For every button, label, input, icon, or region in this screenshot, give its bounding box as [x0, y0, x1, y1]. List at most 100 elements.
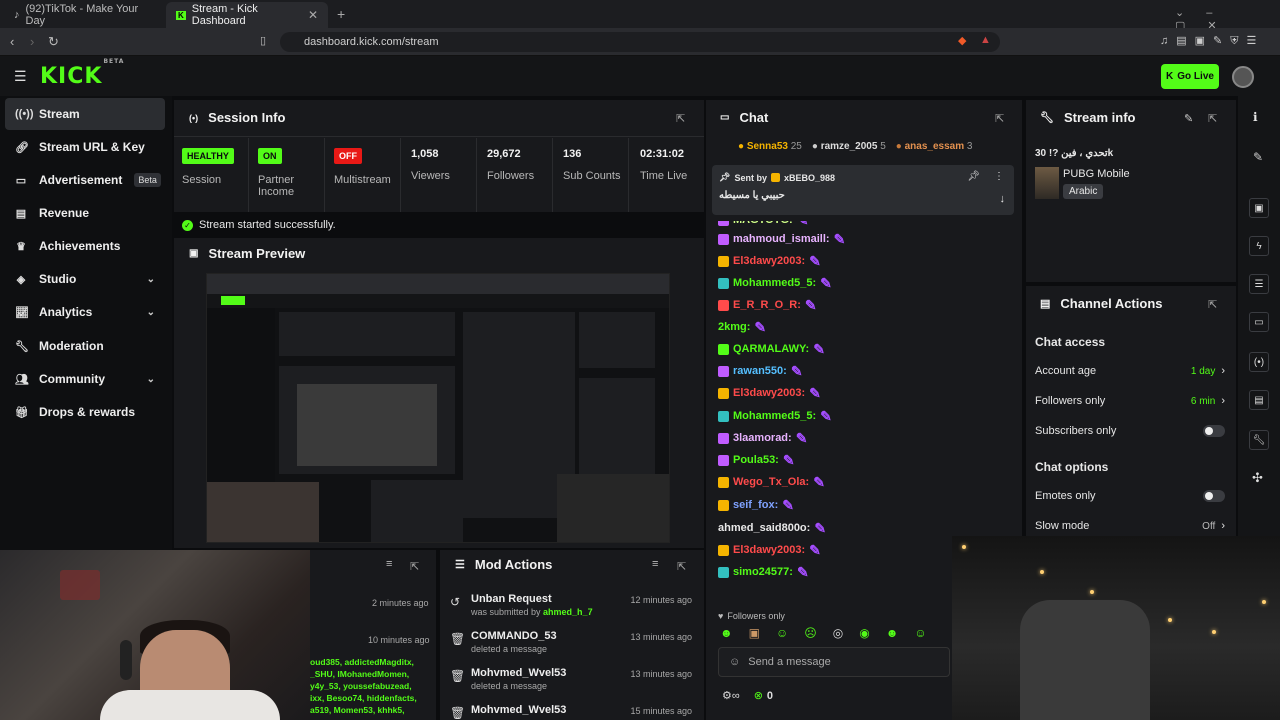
- popout-icon[interactable]: ⇱: [410, 560, 419, 573]
- chat-message: rawan550: ✎: [718, 361, 803, 381]
- stream-preview-video[interactable]: [206, 273, 670, 543]
- popout-icon[interactable]: ⇱: [677, 560, 686, 573]
- sidebar-item-analytics[interactable]: 📈︎ Analytics ⌄: [5, 296, 165, 328]
- bookmark-icon[interactable]: ▯: [260, 34, 266, 47]
- chat-username[interactable]: Poula53:: [733, 454, 779, 466]
- chat-username[interactable]: Mohammed5_5:: [733, 410, 816, 422]
- pinned-meta: 📌︎ Sent by xBEBO_988: [719, 172, 835, 183]
- subscribers-only-toggle[interactable]: [1203, 425, 1225, 437]
- chat-username[interactable]: seif_fox:: [733, 499, 778, 511]
- tab-kick-dashboard[interactable]: K Stream - Kick Dashboard ✕: [166, 2, 328, 28]
- chat-username[interactable]: El3dawy2003:: [733, 255, 805, 267]
- emote-icon[interactable]: ☺: [776, 626, 788, 640]
- toolbar-extensions[interactable]: ♫▤▣✎⛨☰: [1160, 34, 1264, 48]
- chat-username[interactable]: El3dawy2003:: [733, 544, 805, 556]
- sidebar-item-advertisement[interactable]: ▭ Advertisement Beta: [5, 164, 165, 196]
- chat-username[interactable]: ahmed_said800o:: [718, 522, 810, 534]
- back-icon[interactable]: ‹: [10, 34, 14, 49]
- popout-icon[interactable]: ⇱: [1208, 112, 1217, 125]
- go-live-button[interactable]: K Go Live: [1161, 64, 1219, 89]
- chat-message: simo24577: ✎: [718, 562, 809, 582]
- chat-username[interactable]: mahmoud_ismaill:: [733, 233, 830, 245]
- new-tab-icon[interactable]: +: [337, 6, 345, 22]
- sidebar-item-label: Stream: [39, 107, 80, 121]
- menu-icon[interactable]: ☰: [14, 68, 27, 85]
- reload-icon[interactable]: ↻: [48, 34, 59, 50]
- stat-session: HEALTHY Session: [182, 148, 234, 186]
- sidebar-item-stream[interactable]: ((•)) Stream: [5, 98, 165, 130]
- people-icon: 👥︎: [15, 373, 29, 386]
- tab-tiktok[interactable]: ♪ (92)TikTok - Make Your Day: [4, 2, 164, 28]
- emote-icon[interactable]: ◉: [859, 626, 869, 640]
- wrench-icon[interactable]: 🔧︎: [1249, 430, 1269, 450]
- chat-username[interactable]: 2kmg:: [718, 321, 750, 333]
- check-icon: ✓: [182, 219, 193, 231]
- pinned-message[interactable]: 📌︎ Sent by xBEBO_988 حبيبي يا مسيطه 📌︎ ⋮…: [712, 165, 1014, 215]
- pencil-icon[interactable]: ✎: [1253, 150, 1263, 164]
- name-line: oud385, addictedMagditx,: [310, 657, 414, 667]
- gifter-item[interactable]: ● ramze_2005 5: [812, 141, 886, 152]
- scroll-down-icon[interactable]: ↓: [1000, 193, 1006, 205]
- emote-icon: ✎: [790, 362, 803, 379]
- chat-username[interactable]: QARMALAWY:: [733, 343, 809, 355]
- signal-icon[interactable]: (•): [1249, 352, 1269, 372]
- emote-icon[interactable]: ☻: [886, 626, 899, 640]
- add-widget-icon[interactable]: ✣: [1252, 470, 1263, 486]
- sidebar-item-achievements[interactable]: ♛ Achievements: [5, 230, 165, 262]
- emote-icon: ✎: [813, 473, 825, 490]
- popout-icon[interactable]: ⇱: [1208, 298, 1217, 311]
- account-age-row[interactable]: Account age 1 day ›: [1035, 365, 1225, 377]
- sidebar-item-drops[interactable]: 🎁︎ Drops & rewards: [5, 396, 165, 428]
- filter-icon[interactable]: ≡: [386, 558, 392, 570]
- sidebar-item-studio[interactable]: ◈ Studio ⌄: [5, 263, 165, 295]
- sidebar-item-moderation[interactable]: 🔧︎ Moderation: [5, 330, 165, 362]
- settings-icon[interactable]: ⚙∞: [722, 689, 740, 702]
- filter-icon[interactable]: ≡: [652, 558, 658, 570]
- emote-icon[interactable]: ▣: [749, 626, 760, 640]
- emotes-only-toggle[interactable]: [1203, 490, 1225, 502]
- chat-username[interactable]: 3laamorad:: [733, 432, 792, 444]
- emote-icon[interactable]: ☺: [914, 626, 926, 640]
- chat-username[interactable]: simo24577:: [733, 566, 793, 578]
- chat-input[interactable]: ☺ Send a message: [718, 647, 950, 677]
- gifter-item[interactable]: ● anas_essam 3: [896, 141, 973, 152]
- emote-icon[interactable]: ◎: [833, 626, 843, 640]
- forward-icon[interactable]: ›: [30, 34, 34, 49]
- emoji-icon[interactable]: ☺: [729, 656, 740, 668]
- actions-icon[interactable]: ▤: [1249, 390, 1269, 410]
- sidebar-item-revenue[interactable]: ▤ Revenue: [5, 197, 165, 229]
- url-text: dashboard.kick.com/stream: [304, 36, 439, 48]
- preview-toggle-icon[interactable]: ▣: [1249, 198, 1269, 218]
- sidebar-item-community[interactable]: 👥︎ Community ⌄: [5, 363, 165, 395]
- slow-mode-row[interactable]: Slow mode Off ›: [1035, 520, 1225, 532]
- popout-icon[interactable]: ⇱: [676, 112, 685, 125]
- list-icon[interactable]: ☰: [1249, 274, 1269, 294]
- chat-username[interactable]: E_R_R_O_R:: [733, 299, 801, 311]
- info-icon[interactable]: ℹ: [1253, 110, 1258, 124]
- chat-username[interactable]: rawan550:: [733, 365, 787, 377]
- brave-shield-icon[interactable]: ◆: [958, 34, 966, 47]
- gifter-item[interactable]: ● Senna53 25: [738, 141, 802, 152]
- emote-icon[interactable]: ☹: [804, 626, 817, 640]
- followers-only-row[interactable]: Followers only 6 min ›: [1035, 395, 1225, 407]
- row-label: Account age: [1035, 365, 1097, 377]
- chat-username[interactable]: El3dawy2003:: [733, 387, 805, 399]
- mod-action-user[interactable]: ahmed_h_7: [543, 607, 593, 617]
- kick-logo[interactable]: KICKBETA: [40, 58, 124, 89]
- avatar[interactable]: [1232, 66, 1254, 88]
- chat-toggle-icon[interactable]: ▭: [1249, 312, 1269, 332]
- lightning-icon[interactable]: ϟ: [1249, 236, 1269, 256]
- close-tab-icon[interactable]: ✕: [308, 8, 318, 22]
- edit-icon[interactable]: ✎: [1184, 112, 1193, 125]
- popout-icon[interactable]: ⇱: [995, 112, 1004, 125]
- channel-actions-header: ▤ Channel Actions: [1040, 296, 1163, 311]
- chat-username[interactable]: Wego_Tx_Ola:: [733, 476, 809, 488]
- url-field[interactable]: dashboard.kick.com/stream: [280, 32, 1000, 52]
- chat-message: ahmed_said800o: ✎: [718, 518, 826, 538]
- rewards-icon[interactable]: ▲: [980, 34, 991, 46]
- chat-username[interactable]: Mohammed5_5:: [733, 277, 816, 289]
- sidebar-item-stream-url[interactable]: 🔗︎ Stream URL & Key: [5, 131, 165, 163]
- more-icon[interactable]: ⋮: [994, 171, 1004, 182]
- unpin-icon[interactable]: 📌︎: [967, 171, 980, 182]
- emote-icon[interactable]: ☻: [720, 626, 733, 640]
